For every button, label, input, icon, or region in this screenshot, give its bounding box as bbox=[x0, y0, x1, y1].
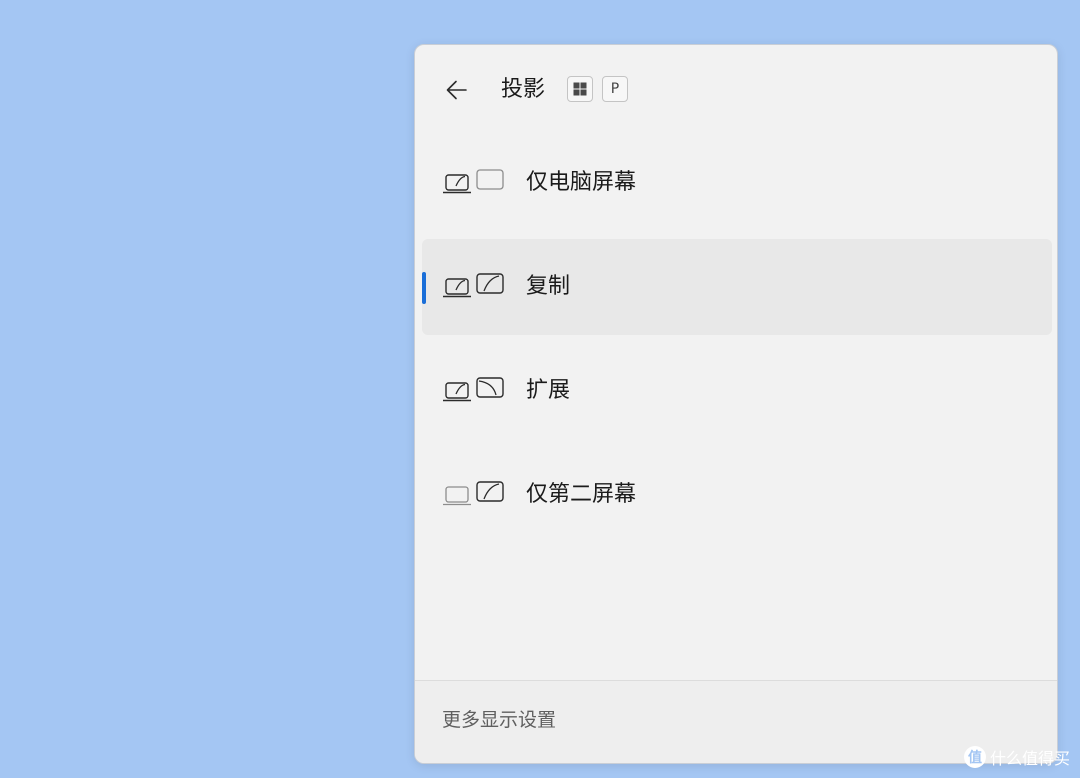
windows-key-badge bbox=[567, 76, 593, 102]
panel-footer: 更多显示设置 bbox=[415, 681, 1057, 763]
panel-title: 投影 bbox=[501, 77, 546, 102]
option-label: 仅电脑屏幕 bbox=[526, 170, 637, 195]
windows-key-icon bbox=[573, 82, 587, 96]
option-label: 复制 bbox=[526, 274, 571, 299]
duplicate-icon bbox=[443, 273, 504, 298]
selection-indicator bbox=[422, 272, 426, 304]
watermark-badge: 值 bbox=[963, 746, 986, 768]
option-second-screen-only[interactable]: 仅第二屏幕 bbox=[422, 447, 1052, 543]
project-panel: 投影 P 仅电脑屏幕 复制 扩展 仅第二屏幕 更多显示设置 bbox=[414, 44, 1058, 764]
extend-icon bbox=[443, 377, 504, 402]
option-duplicate[interactable]: 复制 bbox=[422, 239, 1052, 335]
option-label: 仅第二屏幕 bbox=[526, 482, 637, 507]
back-button[interactable] bbox=[439, 73, 475, 107]
panel-header: 投影 P bbox=[415, 45, 1057, 133]
option-pc-screen-only[interactable]: 仅电脑屏幕 bbox=[422, 135, 1052, 231]
p-key-badge: P bbox=[602, 76, 628, 102]
option-label: 扩展 bbox=[526, 378, 571, 403]
watermark: 值 什么值得买 bbox=[963, 744, 1070, 770]
pc-screen-only-icon bbox=[443, 169, 504, 194]
option-extend[interactable]: 扩展 bbox=[422, 343, 1052, 439]
more-display-settings-link[interactable]: 更多显示设置 bbox=[442, 705, 556, 735]
back-arrow-icon bbox=[446, 80, 467, 100]
watermark-text: 什么值得买 bbox=[989, 749, 1070, 768]
projection-options: 仅电脑屏幕 复制 扩展 仅第二屏幕 bbox=[422, 135, 1052, 551]
second-screen-only-icon bbox=[443, 481, 504, 506]
